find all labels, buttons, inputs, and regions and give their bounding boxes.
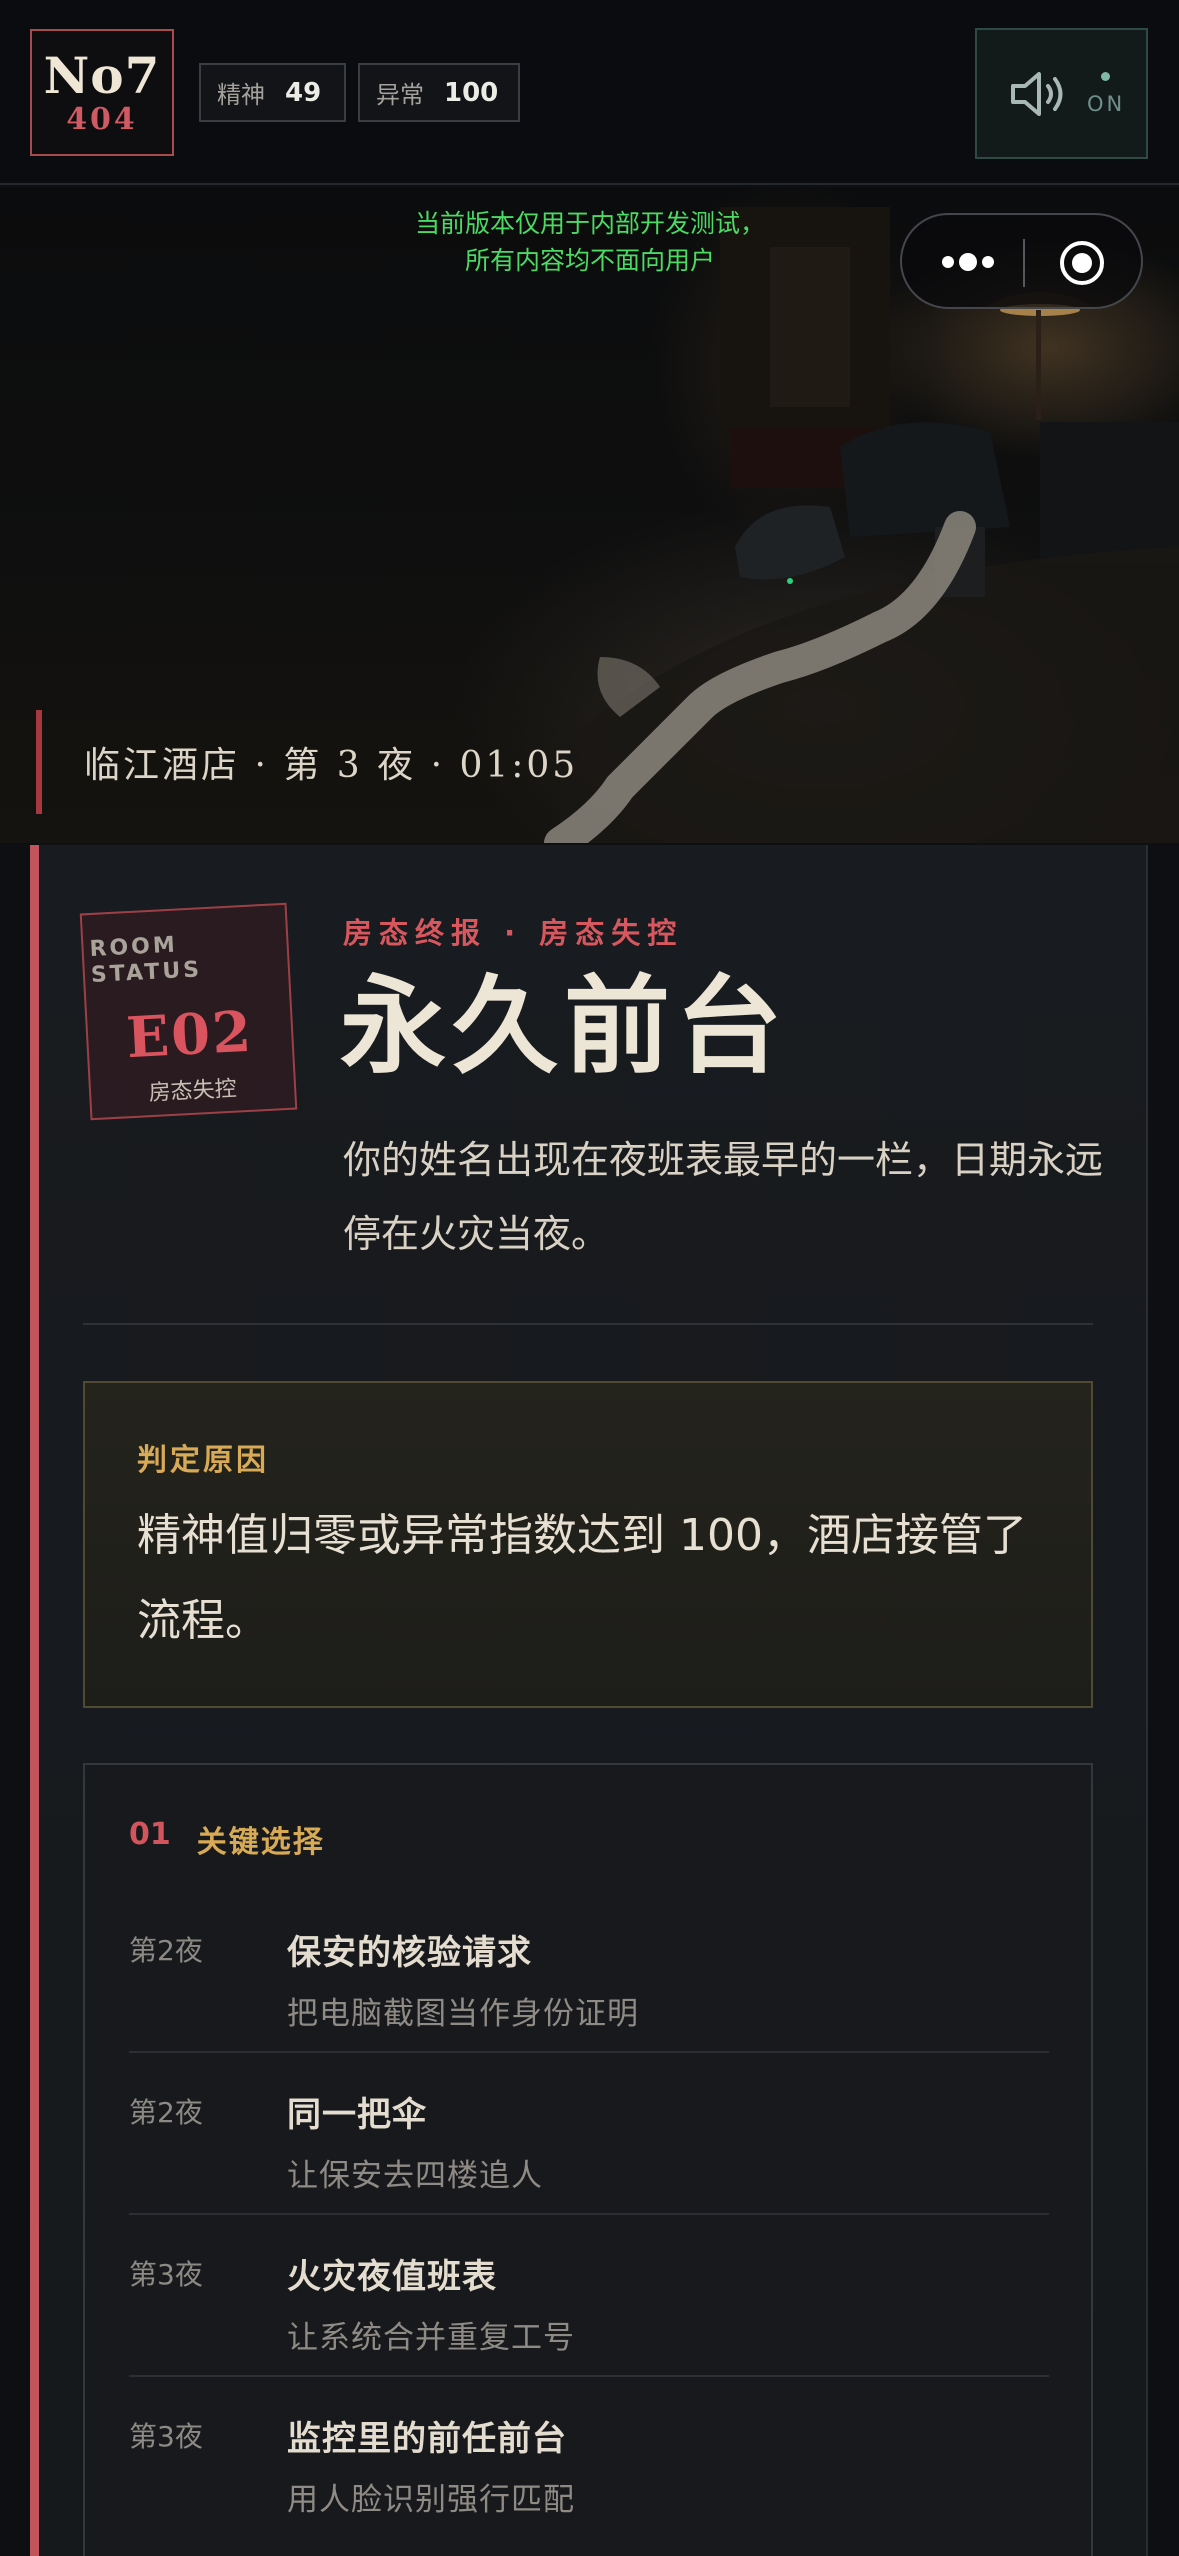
capsule-divider <box>1023 239 1025 287</box>
choice-name: 监控里的前任前台 <box>287 2419 567 2459</box>
logo-title: No7 <box>43 45 161 105</box>
room-status-stamp: ROOM STATUS E02 房态失控 <box>79 902 298 1121</box>
anomaly-value: 100 <box>444 77 499 108</box>
choice-row: 第2夜 保安的核验请求 把电脑截图当作身份证明 <box>129 1891 1049 2053</box>
ending-card: ROOM STATUS E02 房态失控 房态终报 · 房态失控 永久前台 你的… <box>30 845 1148 2556</box>
dev-notice-line2: 所有内容均不面向用户 <box>464 246 715 275</box>
choice-row: 第2夜 同一把伞 让保安去四楼追人 <box>129 2053 1049 2215</box>
location-time-label: 临江酒店 · 第 3 夜 · 01:05 <box>36 710 578 814</box>
logo-number: 404 <box>66 101 138 137</box>
close-miniprogram-icon[interactable] <box>1058 239 1106 287</box>
stamp-label-line2: STATUS <box>90 957 203 989</box>
choice-detail: 让保安去四楼追人 <box>287 2158 543 2194</box>
choices-title: 关键选择 <box>196 1825 325 1860</box>
choice-night: 第3夜 <box>129 2420 203 2453</box>
sanity-stat: 精神 49 <box>199 63 346 122</box>
stamp-subtitle: 房态失控 <box>148 1076 238 1107</box>
choice-detail: 用人脸识别强行匹配 <box>287 2482 575 2518</box>
ending-kicker: 房态终报 · 房态失控 <box>343 916 684 950</box>
sanity-value: 49 <box>285 77 322 108</box>
sanity-label: 精神 <box>217 81 265 109</box>
hero-scene-image: 当前版本仅用于内部开发测试， 所有内容均不面向用户 临江酒店 · 第 3 夜 ·… <box>0 187 1179 843</box>
stamp-label: ROOM STATUS <box>89 931 203 989</box>
game-logo: No7 404 <box>30 29 174 156</box>
miniprogram-capsule <box>900 213 1143 309</box>
divider <box>83 1323 1093 1325</box>
choice-night: 第3夜 <box>129 2258 203 2291</box>
anomaly-stat: 异常 100 <box>358 63 520 122</box>
choice-detail: 让系统合并重复工号 <box>287 2320 575 2356</box>
choice-name: 保安的核验请求 <box>287 1933 532 1973</box>
reason-heading: 判定原因 <box>137 1443 269 1478</box>
speaker-icon <box>1011 72 1063 116</box>
reason-box: 判定原因 精神值归零或异常指数达到 100，酒店接管了流程。 <box>83 1381 1093 1708</box>
choice-row: 第3夜 监控里的前任前台 用人脸识别强行匹配 <box>129 2377 1049 2539</box>
choice-name: 同一把伞 <box>287 2095 427 2135</box>
choices-index: 01 <box>129 1817 171 1852</box>
choices-heading: 01 关键选择 <box>129 1817 325 1861</box>
sound-status-dot <box>1101 72 1110 81</box>
top-bar: No7 404 精神 49 异常 100 ON <box>0 0 1179 185</box>
sound-toggle-button[interactable]: ON <box>975 28 1148 159</box>
more-options-icon[interactable] <box>938 247 998 277</box>
choice-night: 第2夜 <box>129 2096 203 2129</box>
dev-notice-line1: 当前版本仅用于内部开发测试， <box>414 209 765 238</box>
key-choices-panel: 01 关键选择 第2夜 保安的核验请求 把电脑截图当作身份证明 第2夜 同一把伞… <box>83 1763 1093 2556</box>
stamp-code: E02 <box>124 998 255 1072</box>
choice-detail: 把电脑截图当作身份证明 <box>287 1996 639 2032</box>
dev-notice: 当前版本仅用于内部开发测试， 所有内容均不面向用户 <box>300 205 880 279</box>
reason-text: 精神值归零或异常指数达到 100，酒店接管了流程。 <box>137 1510 1027 1646</box>
choice-night: 第2夜 <box>129 1934 203 1967</box>
choice-row: 第3夜 火灾夜值班表 让系统合并重复工号 <box>129 2215 1049 2377</box>
ending-description: 你的姓名出现在夜班表最早的一栏，日期永远停在火灾当夜。 <box>343 1138 1104 1256</box>
ending-title: 永久前台 <box>340 963 788 1088</box>
anomaly-label: 异常 <box>376 81 424 109</box>
sound-status-label: ON <box>1087 92 1126 116</box>
choice-name: 火灾夜值班表 <box>287 2257 497 2297</box>
card-accent-bar <box>30 845 39 2556</box>
